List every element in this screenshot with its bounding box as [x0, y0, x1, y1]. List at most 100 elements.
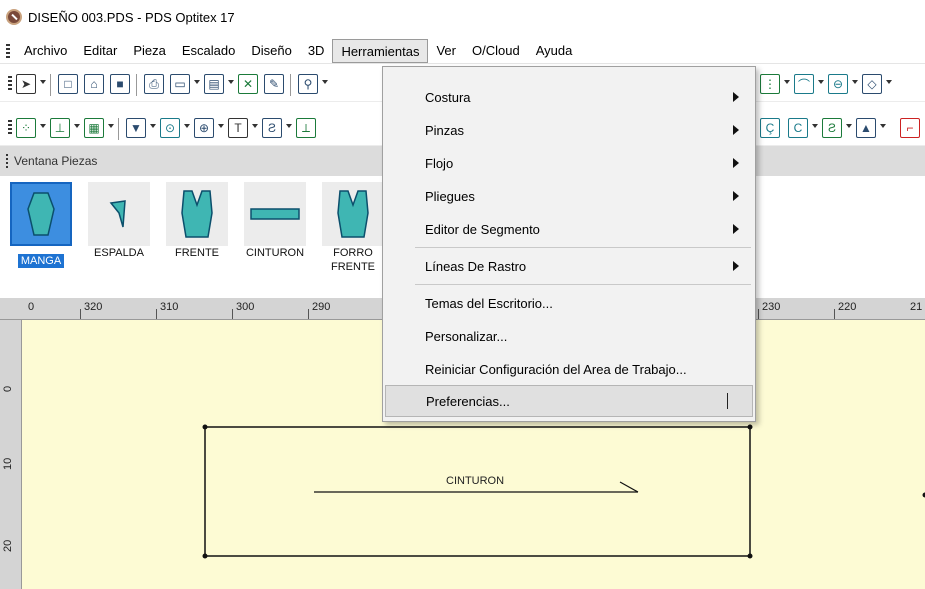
- menu-item-pliegues[interactable]: Pliegues: [385, 180, 753, 212]
- chevron-down-icon[interactable]: [322, 80, 328, 84]
- piece-edit-icon[interactable]: ▦: [84, 118, 104, 138]
- circle-icon[interactable]: ⊙: [160, 118, 180, 138]
- ruler-label: 310: [160, 301, 179, 313]
- save-icon[interactable]: ■: [110, 74, 130, 94]
- piece-espalda[interactable]: ESPALDA: [86, 180, 152, 286]
- select-arrow-icon[interactable]: ➤: [16, 74, 36, 94]
- menu-bar: Archivo Editar Pieza Escalado Diseño 3D …: [0, 38, 925, 64]
- dart-icon[interactable]: ▼: [126, 118, 146, 138]
- points-icon[interactable]: ⁘: [16, 118, 36, 138]
- mirror-icon[interactable]: ▲: [856, 118, 876, 138]
- excel-icon[interactable]: ✕: [238, 74, 258, 94]
- chevron-down-icon[interactable]: [194, 80, 200, 84]
- menu-archivo[interactable]: Archivo: [16, 39, 75, 63]
- corner-point: [747, 553, 753, 559]
- chevron-down-icon[interactable]: [228, 80, 234, 84]
- toolbar-separator: [290, 74, 291, 96]
- menu-item-editor-segmento[interactable]: Editor de Segmento: [385, 213, 753, 245]
- menu-item-label: Temas del Escritorio...: [425, 295, 553, 311]
- piece-cinturon[interactable]: CINTURON: [242, 180, 308, 286]
- menu-separator: [415, 284, 751, 285]
- menu-pieza[interactable]: Pieza: [125, 39, 174, 63]
- piece-frente[interactable]: FRENTE: [164, 180, 230, 286]
- seam-allowance-icon[interactable]: Ç: [760, 118, 780, 138]
- piece-tool-icon[interactable]: ◇: [862, 74, 882, 94]
- chevron-down-icon[interactable]: [218, 124, 224, 128]
- chevron-down-icon[interactable]: [846, 124, 852, 128]
- chevron-down-icon[interactable]: [784, 80, 790, 84]
- add-point-icon[interactable]: ⊥: [50, 118, 70, 138]
- piece-label: ESPALDA: [94, 247, 144, 259]
- menu-item-reiniciar-configuracion[interactable]: Reiniciar Configuración del Area de Trab…: [385, 353, 753, 385]
- menu-3d[interactable]: 3D: [300, 39, 333, 63]
- chevron-down-icon[interactable]: [74, 124, 80, 128]
- new-file-icon[interactable]: □: [58, 74, 78, 94]
- ruler-label: 21: [910, 301, 923, 313]
- plot-icon[interactable]: ▭: [170, 74, 190, 94]
- chevron-down-icon[interactable]: [184, 124, 190, 128]
- chevron-down-icon[interactable]: [40, 124, 46, 128]
- seam-icon[interactable]: ⊖: [828, 74, 848, 94]
- submenu-arrow-icon: [733, 92, 739, 102]
- pieces-window-grip[interactable]: [6, 154, 8, 168]
- curve-icon[interactable]: Ƨ: [262, 118, 282, 138]
- toolbar-grip[interactable]: [8, 120, 12, 136]
- chevron-down-icon[interactable]: [818, 80, 824, 84]
- menu-item-flojo[interactable]: Flojo: [385, 147, 753, 179]
- chevron-down-icon[interactable]: [812, 124, 818, 128]
- menu-ocloud[interactable]: O/Cloud: [464, 39, 528, 63]
- menu-diseno[interactable]: Diseño: [243, 39, 299, 63]
- chevron-down-icon[interactable]: [880, 124, 886, 128]
- measure-icon[interactable]: ⟂: [296, 118, 316, 138]
- menu-herramientas[interactable]: Herramientas: [332, 38, 429, 63]
- chevron-down-icon[interactable]: [150, 124, 156, 128]
- piece-thumbnail: [88, 182, 150, 246]
- chevron-down-icon[interactable]: [852, 80, 858, 84]
- ruler-label: 20: [2, 539, 14, 552]
- menubar-grip[interactable]: [6, 43, 10, 58]
- menu-item-label: Flojo: [425, 155, 454, 171]
- notch-icon[interactable]: ⌒: [794, 74, 814, 94]
- piece-manga[interactable]: MANGA: [8, 180, 74, 286]
- menu-editar[interactable]: Editar: [75, 39, 125, 63]
- menu-separator: [415, 247, 751, 248]
- fold-icon[interactable]: ⌐: [900, 118, 920, 138]
- menu-ayuda[interactable]: Ayuda: [528, 39, 581, 63]
- export-icon[interactable]: ▤: [204, 74, 224, 94]
- menu-item-temas-escritorio[interactable]: Temas del Escritorio...: [385, 287, 753, 319]
- piece-label: CINTURON: [245, 247, 305, 259]
- chevron-down-icon[interactable]: [40, 80, 46, 84]
- print-icon[interactable]: ⎙: [144, 74, 164, 94]
- ruler-label: 10: [2, 457, 14, 470]
- tools-icon[interactable]: ✎: [264, 74, 284, 94]
- chevron-down-icon[interactable]: [252, 124, 258, 128]
- piece-label: FORRO FRENTE: [331, 247, 375, 273]
- chevron-down-icon[interactable]: [286, 124, 292, 128]
- ruler-tick: [758, 309, 759, 319]
- menu-item-pinzas[interactable]: Pinzas: [385, 114, 753, 146]
- ruler-label: 0: [2, 385, 14, 392]
- chevron-down-icon[interactable]: [108, 124, 114, 128]
- menu-escalado[interactable]: Escalado: [174, 39, 243, 63]
- window-title: DISEÑO 003.PDS - PDS Optitex 17: [28, 9, 235, 25]
- menu-item-personalizar[interactable]: Personalizar...: [385, 320, 753, 352]
- menu-item-preferencias[interactable]: Preferencias...: [385, 385, 753, 417]
- piece-forro-frente[interactable]: FORRO FRENTE: [320, 180, 386, 286]
- submenu-arrow-icon: [733, 125, 739, 135]
- button-icon[interactable]: ⊕: [194, 118, 214, 138]
- seam-allowance-2-icon[interactable]: C: [788, 118, 808, 138]
- menu-ver[interactable]: Ver: [428, 39, 464, 63]
- text-icon[interactable]: T: [228, 118, 248, 138]
- ruler-tick: [80, 309, 81, 319]
- chevron-down-icon[interactable]: [886, 80, 892, 84]
- menu-item-costura[interactable]: Costura: [385, 81, 753, 113]
- pleat-icon[interactable]: Ƨ: [822, 118, 842, 138]
- menu-item-lineas-rastro[interactable]: Líneas De Rastro: [385, 250, 753, 282]
- toolbar-grip[interactable]: [8, 76, 12, 92]
- open-folder-icon[interactable]: ⌂: [84, 74, 104, 94]
- ruler-label: 220: [838, 301, 857, 313]
- menu-item-label: Personalizar...: [425, 328, 508, 344]
- submenu-arrow-icon: [733, 158, 739, 168]
- grading-icon[interactable]: ⋮: [760, 74, 780, 94]
- zoom-icon[interactable]: ⚲: [298, 74, 318, 94]
